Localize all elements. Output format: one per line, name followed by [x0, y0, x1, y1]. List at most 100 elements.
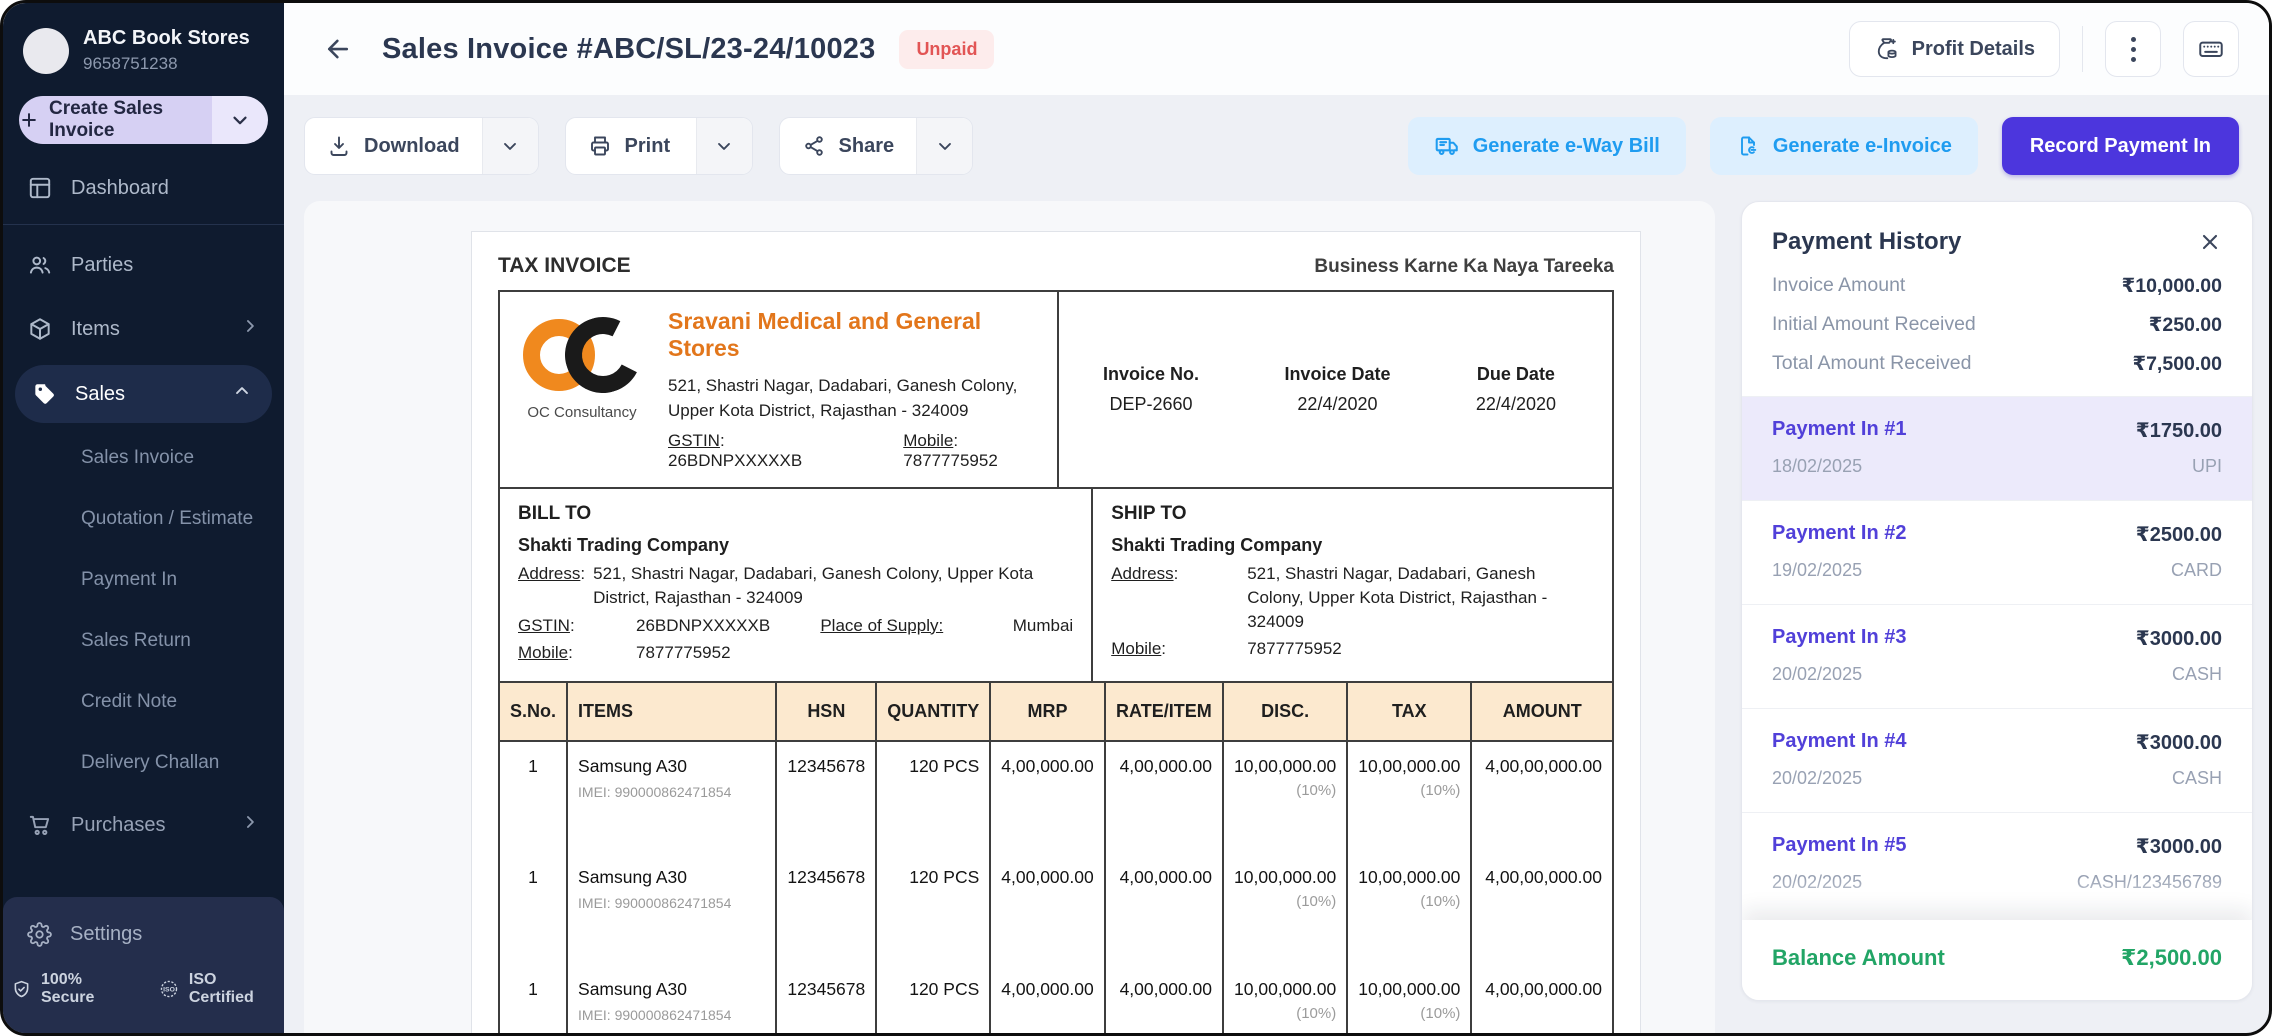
sales-submenu-item[interactable]: Delivery Challan	[3, 732, 284, 793]
print-dropdown[interactable]	[696, 118, 752, 174]
company-mobile-label: Mobile	[903, 431, 953, 450]
generate-einvoice-button[interactable]: Generate e-Invoice	[1710, 117, 1978, 175]
sidebar-item-label: Purchases	[71, 814, 166, 837]
generate-einvoice-label: Generate e-Invoice	[1773, 135, 1952, 158]
invoice-doc-type: TAX INVOICE	[498, 254, 631, 278]
close-payment-history-button[interactable]	[2198, 230, 2222, 254]
badge-label: 100% Secure	[41, 971, 130, 1007]
svg-text:ISO: ISO	[163, 987, 175, 994]
company-name: Sravani Medical and General Stores	[668, 308, 1039, 362]
parties-icon	[27, 252, 53, 278]
payment-amount: ₹1750.00	[2136, 418, 2222, 443]
chevron-down-icon	[500, 136, 520, 156]
payment-date: 18/02/2025	[1772, 456, 2136, 477]
payment-method: CASH	[2136, 768, 2222, 789]
sales-submenu-item[interactable]: Sales Return	[3, 610, 284, 671]
payment-history-title: Payment History	[1772, 228, 1961, 256]
payment-row[interactable]: Payment In #5 ₹3000.00 20/02/2025 CASH/1…	[1742, 812, 2252, 916]
company-address: 521, Shastri Nagar, Dadabari, Ganesh Col…	[668, 374, 1039, 423]
action-toolbar: Download Print Share	[284, 95, 2269, 175]
share-dropdown[interactable]	[916, 118, 972, 174]
sales-tag-icon	[31, 381, 57, 407]
download-button[interactable]: Download	[304, 117, 539, 175]
payment-date: 19/02/2025	[1772, 560, 2136, 581]
invoice-item-row: 1 Samsung A30 IMEI: 990000862471854 1234…	[500, 853, 1612, 965]
business-profile[interactable]: ABC Book Stores 9658751238	[3, 3, 284, 82]
record-payment-in-button[interactable]: Record Payment In	[2002, 117, 2239, 175]
iso-badge: ISO ISO Certified	[158, 971, 276, 1007]
chevron-up-icon	[232, 381, 252, 401]
summary-row: Total Amount Received ₹7,500.00	[1772, 352, 2222, 376]
keyboard-shortcuts-button[interactable]	[2183, 21, 2239, 77]
content-area: TAX INVOICE Business Karne Ka Naya Taree…	[284, 175, 2269, 1033]
print-label: Print	[625, 135, 671, 158]
payment-title[interactable]: Payment In #4	[1772, 730, 2136, 755]
payment-date: 20/02/2025	[1772, 872, 2077, 893]
payment-amount: ₹3000.00	[2136, 626, 2222, 651]
invoice-items-table: S.No. ITEMS HSN QUANTITY MRP RATE/ITEM D…	[500, 681, 1612, 1033]
sidebar-item-label: Sales	[75, 383, 125, 406]
sidebar-item-dashboard[interactable]: Dashboard	[3, 156, 284, 220]
payment-title[interactable]: Payment In #5	[1772, 834, 2077, 859]
chevron-right-icon	[240, 316, 260, 336]
sales-submenu-item[interactable]: Payment In	[3, 549, 284, 610]
payment-row[interactable]: Payment In #1 ₹1750.00 18/02/2025 UPI	[1742, 396, 2252, 500]
menu-divider	[3, 224, 284, 225]
profit-details-label: Profit Details	[1912, 38, 2035, 61]
payment-title[interactable]: Payment In #1	[1772, 418, 2136, 443]
payment-title[interactable]: Payment In #3	[1772, 626, 2136, 651]
create-button-dropdown[interactable]	[212, 96, 268, 144]
sidebar-item-sales[interactable]: Sales	[15, 365, 272, 423]
item-imei: IMEI: 990000862471854	[578, 895, 765, 911]
download-label: Download	[364, 135, 460, 158]
company-gstin: 26BDNPXXXXXB	[668, 451, 802, 470]
payment-title[interactable]: Payment In #2	[1772, 522, 2136, 547]
invoice-preview-panel[interactable]: TAX INVOICE Business Karne Ka Naya Taree…	[304, 201, 1715, 1033]
chevron-down-icon	[714, 136, 734, 156]
payment-date: 20/02/2025	[1772, 664, 2136, 685]
sidebar-item-label: Settings	[70, 923, 142, 946]
sidebar-item-purchases[interactable]: Purchases	[3, 793, 284, 857]
sidebar-item-items[interactable]: Items	[3, 297, 284, 361]
payment-method: CASH	[2136, 664, 2222, 685]
printer-icon	[588, 134, 612, 158]
item-imei: IMEI: 990000862471854	[578, 784, 765, 800]
payment-list[interactable]: Payment In #1 ₹1750.00 18/02/2025 UPI Pa…	[1742, 396, 2252, 920]
invoice-item-row: 1 Samsung A30 IMEI: 990000862471854 1234…	[500, 965, 1612, 1033]
secure-badge: 100% Secure	[11, 971, 130, 1007]
generate-eway-bill-button[interactable]: Generate e-Way Bill	[1408, 117, 1686, 175]
plus-icon	[19, 110, 39, 130]
payment-row[interactable]: Payment In #4 ₹3000.00 20/02/2025 CASH	[1742, 708, 2252, 812]
bill-to-block: BILL TO Shakti Trading Company Address: …	[500, 489, 1093, 681]
company-gstin-label: GSTIN	[668, 431, 720, 450]
badge-label: ISO Certified	[189, 971, 276, 1007]
submenu-item-label: Sales Return	[81, 630, 191, 652]
more-options-button[interactable]	[2105, 21, 2161, 77]
balance-label: Balance Amount	[1772, 945, 1945, 971]
sidebar-item-parties[interactable]: Parties	[3, 233, 284, 297]
dashboard-icon	[27, 175, 53, 201]
submenu-item-label: Quotation / Estimate	[81, 508, 253, 530]
keyboard-icon	[2197, 35, 2225, 63]
create-sales-invoice-button[interactable]: Create Sales Invoice	[19, 96, 268, 144]
invoice-meta: Invoice No. DEP-2660 Invoice Date 22/4/2…	[1059, 292, 1612, 487]
item-name: Samsung A30	[578, 756, 765, 777]
sidebar-item-label: Dashboard	[71, 177, 169, 200]
sales-submenu-item[interactable]: Credit Note	[3, 671, 284, 732]
share-button[interactable]: Share	[779, 117, 974, 175]
payment-method: CASH/123456789	[2077, 872, 2222, 893]
download-dropdown[interactable]	[482, 118, 538, 174]
payment-row[interactable]: Payment In #2 ₹2500.00 19/02/2025 CARD	[1742, 500, 2252, 604]
sales-submenu-item[interactable]: Sales Invoice	[3, 427, 284, 488]
payment-summary: Invoice Amount ₹10,000.00 Initial Amount…	[1742, 272, 2252, 396]
sidebar-item-settings[interactable]: Settings	[3, 905, 284, 963]
item-name: Samsung A30	[578, 979, 765, 1000]
payment-row[interactable]: Payment In #3 ₹3000.00 20/02/2025 CASH	[1742, 604, 2252, 708]
iso-certified-icon: ISO	[158, 978, 180, 1000]
print-button[interactable]: Print	[565, 117, 753, 175]
payment-amount: ₹2500.00	[2136, 522, 2222, 547]
back-button[interactable]	[318, 29, 358, 69]
sales-submenu-item[interactable]: Quotation / Estimate	[3, 488, 284, 549]
chevron-down-icon	[935, 136, 955, 156]
profit-details-button[interactable]: Profit Details	[1849, 21, 2060, 77]
